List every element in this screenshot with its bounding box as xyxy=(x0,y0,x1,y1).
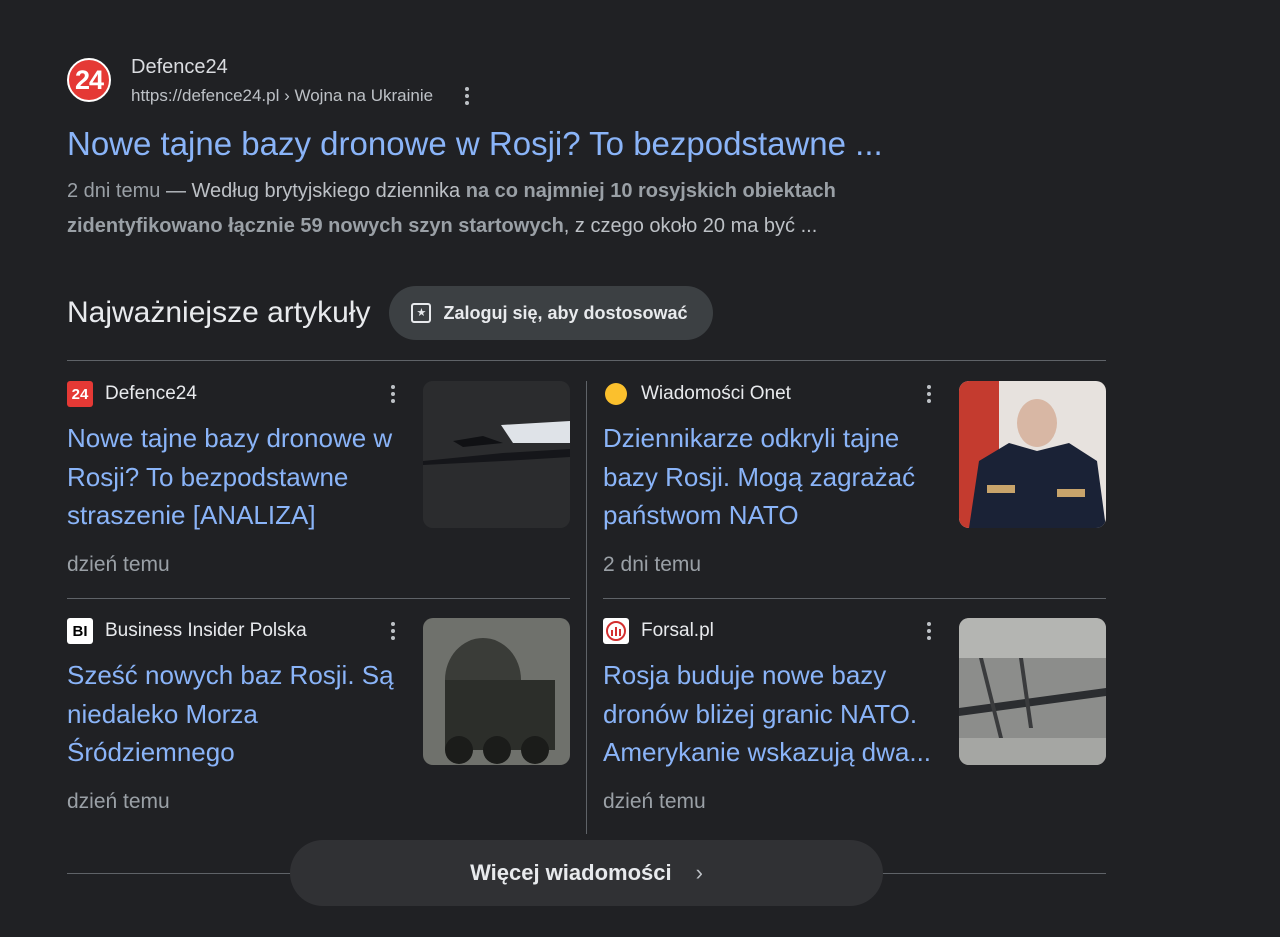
more-options-icon[interactable] xyxy=(927,622,931,640)
more-options-icon[interactable] xyxy=(391,385,395,403)
snippet-dash: — xyxy=(160,180,192,202)
news-source: Wiadomości Onet xyxy=(603,381,791,407)
news-card-time: dzień temu xyxy=(603,790,706,813)
column-divider xyxy=(586,381,587,834)
search-result: 24 Defence24 https://defence24.pl › Wojn… xyxy=(67,52,947,244)
more-news-button[interactable]: Więcej wiadomości › xyxy=(290,840,883,906)
result-snippet: 2 dni temu — Według brytyjskiego dzienni… xyxy=(67,174,947,244)
more-options-icon[interactable] xyxy=(927,385,931,403)
defence24-favicon-icon: 24 xyxy=(67,381,93,407)
result-title-link[interactable]: Nowe tajne bazy dronowe w Rosji? To bezp… xyxy=(67,124,947,164)
news-card-title[interactable]: Rosja buduje nowe bazy dronów bliżej gra… xyxy=(603,656,933,772)
snippet-tail: , z czego około 20 ma być ... xyxy=(563,215,818,237)
news-card[interactable]: 24 Defence24 Nowe tajne bazy dronowe w R… xyxy=(67,381,570,597)
news-source: 24 Defence24 xyxy=(67,381,197,407)
login-customize-label: Zaloguj się, aby dostosować xyxy=(443,302,688,323)
login-customize-button[interactable]: ★ Zaloguj się, aby dostosować xyxy=(389,286,713,340)
site-url-row: https://defence24.pl › Wojna na Ukrainie xyxy=(131,82,470,110)
news-card-title[interactable]: Dziennikarze odkryli tajne bazy Rosji. M… xyxy=(603,419,933,535)
result-site-row: 24 Defence24 https://defence24.pl › Wojn… xyxy=(67,52,947,110)
top-stories-header: Najważniejsze artykuły ★ Zaloguj się, ab… xyxy=(67,286,713,340)
news-card-time: 2 dni temu xyxy=(603,553,702,576)
divider xyxy=(67,360,1106,361)
site-name[interactable]: Defence24 xyxy=(131,52,469,82)
forsal-favicon-icon xyxy=(603,618,629,644)
source-name: Defence24 xyxy=(105,383,197,404)
onet-favicon-icon xyxy=(603,381,629,407)
news-thumbnail[interactable] xyxy=(423,381,570,528)
personalize-icon: ★ xyxy=(411,303,432,323)
more-news-label: Więcej wiadomości xyxy=(470,860,672,885)
source-name: Business Insider Polska xyxy=(105,620,307,641)
news-thumbnail[interactable] xyxy=(959,618,1106,765)
snippet-lead: Według brytyjskiego dziennika xyxy=(191,180,466,202)
site-url[interactable]: https://defence24.pl › Wojna na Ukrainie xyxy=(131,82,433,110)
news-thumbnail[interactable] xyxy=(423,618,570,765)
news-card-title[interactable]: Nowe tajne bazy dronowe w Rosji? To bezp… xyxy=(67,419,397,535)
news-source: BI Business Insider Polska xyxy=(67,618,307,644)
news-card-time: dzień temu xyxy=(67,790,170,813)
news-card[interactable]: Wiadomości Onet Dziennikarze odkryli taj… xyxy=(603,381,1106,597)
news-card[interactable]: BI Business Insider Polska Sześć nowych … xyxy=(67,618,570,834)
news-thumbnail[interactable] xyxy=(959,381,1106,528)
news-card[interactable]: Forsal.pl Rosja buduje nowe bazy dronów … xyxy=(603,618,1106,834)
news-card-title[interactable]: Sześć nowych baz Rosji. Są niedaleko Mor… xyxy=(67,656,397,772)
more-options-icon[interactable] xyxy=(391,622,395,640)
divider xyxy=(67,598,570,599)
source-name: Forsal.pl xyxy=(641,620,714,641)
site-logo[interactable]: 24 xyxy=(67,58,111,102)
divider xyxy=(603,598,1106,599)
news-source: Forsal.pl xyxy=(603,618,714,644)
more-options-icon[interactable] xyxy=(465,87,470,105)
business-insider-favicon-icon: BI xyxy=(67,618,93,644)
chevron-right-icon: › xyxy=(695,860,703,885)
top-stories-title: Najważniejsze artykuły xyxy=(67,296,371,329)
site-meta: Defence24 https://defence24.pl › Wojna n… xyxy=(131,52,470,110)
news-card-time: dzień temu xyxy=(67,553,170,576)
snippet-date: 2 dni temu xyxy=(67,180,161,202)
source-name: Wiadomości Onet xyxy=(641,383,791,404)
